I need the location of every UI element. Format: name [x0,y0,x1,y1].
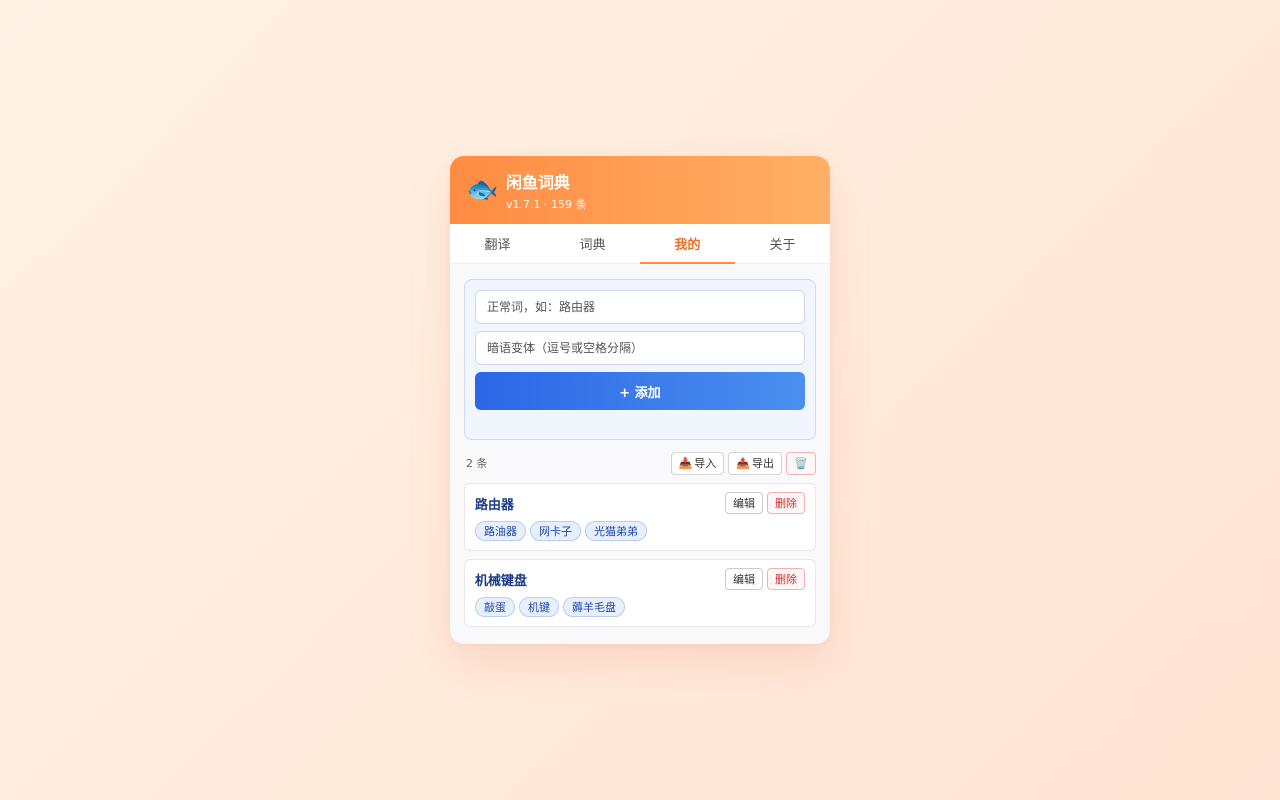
variants-input[interactable] [475,331,805,365]
variant-tag: 敲蛋 [475,597,515,617]
extension-popup: 🐟 闲鱼词典 v1.7.1 · 159 条 翻译 词典 我的 关于 + 添加 2… [450,156,830,644]
entry-count: 2 条 [466,457,488,470]
variant-tag: 机键 [519,597,559,617]
export-icon: 📤 [736,456,750,470]
list-item: 机械键盘 编辑 删除 敲蛋 机键 薅羊毛盘 [464,559,816,627]
header-text: 闲鱼词典 v1.7.1 · 159 条 [506,169,586,212]
variant-tag: 光猫弟弟 [585,521,647,541]
export-button[interactable]: 📤 导出 [728,451,782,475]
list-item: 路由器 编辑 删除 路油器 网卡子 光猫弟弟 [464,483,816,551]
add-word-form: + 添加 [464,279,816,440]
entry-header: 机械键盘 编辑 删除 [475,568,805,590]
tab-about[interactable]: 关于 [735,224,830,263]
tab-mine[interactable]: 我的 [640,224,735,264]
app-subtitle: v1.7.1 · 159 条 [506,197,587,211]
entry-header: 路由器 编辑 删除 [475,492,805,514]
edit-button[interactable]: 编辑 [725,568,763,590]
import-button[interactable]: 📥 导入 [670,451,725,475]
word-input[interactable] [475,290,805,324]
entry-word: 机械键盘 [475,573,528,589]
tab-bar: 翻译 词典 我的 关于 [450,224,830,264]
variant-tag: 路油器 [475,521,526,541]
variant-tag: 网卡子 [530,521,581,541]
variant-tags: 敲蛋 机键 薅羊毛盘 [475,597,805,617]
variant-tag: 薅羊毛盘 [563,597,625,617]
tab-content: + 添加 2 条 📥 导入 📤 导出 🗑️ 路由器 [450,264,830,627]
popup-header: 🐟 闲鱼词典 v1.7.1 · 159 条 [450,156,830,224]
edit-button[interactable]: 编辑 [725,492,763,514]
list-tools: 📥 导入 📤 导出 🗑️ [670,451,816,475]
entry-word: 路由器 [475,497,515,513]
export-label: 导出 [752,457,774,470]
list-header: 2 条 📥 导入 📤 导出 🗑️ [464,451,816,475]
variant-tags: 路油器 网卡子 光猫弟弟 [475,521,805,541]
import-icon: 📥 [678,456,693,470]
trash-icon: 🗑️ [794,456,808,470]
delete-button[interactable]: 删除 [767,568,805,590]
tab-translate[interactable]: 翻译 [450,224,545,263]
clear-all-button[interactable]: 🗑️ [786,451,816,475]
add-button[interactable]: + 添加 [475,372,805,410]
entry-actions: 编辑 删除 [725,568,805,590]
delete-button[interactable]: 删除 [767,492,805,514]
fish-logo-icon: 🐟 [466,175,499,205]
import-label: 导入 [694,457,717,470]
entry-actions: 编辑 删除 [725,492,805,514]
tab-dictionary[interactable]: 词典 [545,224,640,263]
app-title: 闲鱼词典 [506,172,571,192]
